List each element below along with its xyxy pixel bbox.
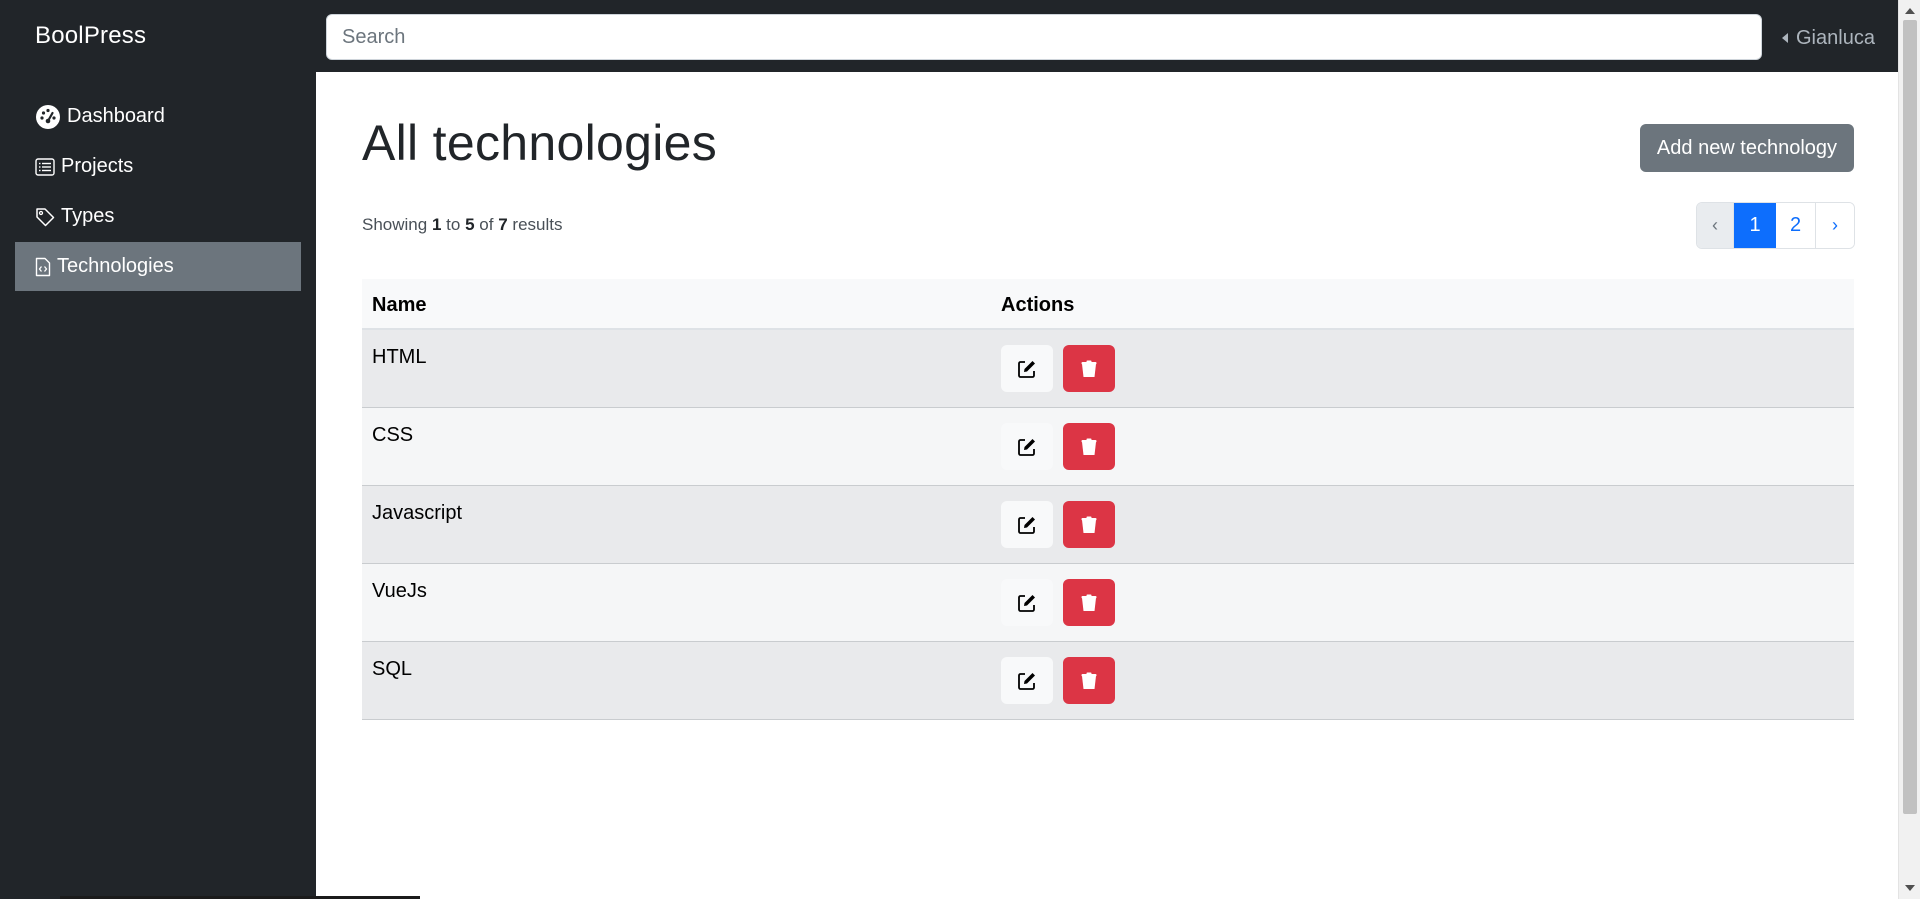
technology-name: SQL bbox=[372, 658, 413, 680]
table-row: SQL bbox=[362, 642, 1854, 720]
table-row: Javascript bbox=[362, 486, 1854, 564]
dashboard-gauge-icon bbox=[35, 104, 61, 130]
search-input[interactable] bbox=[326, 14, 1762, 60]
delete-button[interactable] bbox=[1063, 657, 1115, 704]
table-header: Name Actions bbox=[362, 279, 1854, 330]
code-file-icon bbox=[35, 257, 51, 277]
list-icon bbox=[35, 157, 55, 176]
user-name: Gianluca bbox=[1796, 26, 1875, 49]
trash-icon bbox=[1081, 672, 1097, 689]
sidebar-item-label: Dashboard bbox=[67, 105, 165, 127]
pagination-next-button[interactable]: › bbox=[1816, 203, 1854, 248]
sidebar-item-label: Types bbox=[61, 205, 115, 227]
delete-button[interactable] bbox=[1063, 423, 1115, 470]
trash-icon bbox=[1081, 516, 1097, 533]
pagination-page-2[interactable]: 2 bbox=[1776, 203, 1816, 248]
delete-button[interactable] bbox=[1063, 579, 1115, 626]
sidebar-item-label: Projects bbox=[61, 155, 134, 177]
scroll-down-arrow-icon[interactable] bbox=[1905, 885, 1915, 891]
technologies-table: Name Actions HTML CSS Javascript VueJs S… bbox=[362, 279, 1854, 720]
main-content: All technologies Add new technology Show… bbox=[316, 72, 1898, 899]
table-row: VueJs bbox=[362, 564, 1854, 642]
edit-icon bbox=[1018, 360, 1035, 378]
edit-icon bbox=[1018, 438, 1035, 456]
edit-button[interactable] bbox=[1001, 579, 1053, 626]
column-header-actions: Actions bbox=[1001, 294, 1075, 316]
pagination-prev-button[interactable]: ‹ bbox=[1697, 203, 1734, 248]
scroll-up-arrow-icon[interactable] bbox=[1905, 8, 1915, 14]
edit-button[interactable] bbox=[1001, 345, 1053, 392]
table-row: CSS bbox=[362, 408, 1854, 486]
trash-icon bbox=[1081, 360, 1097, 377]
vertical-scrollbar[interactable] bbox=[1898, 0, 1920, 899]
tag-icon bbox=[35, 207, 55, 227]
scrollbar-thumb[interactable] bbox=[1903, 20, 1917, 814]
table-row: HTML bbox=[362, 330, 1854, 408]
row-actions bbox=[991, 642, 1854, 719]
technology-name: Javascript bbox=[372, 502, 463, 524]
edit-button[interactable] bbox=[1001, 657, 1053, 704]
sidebar-item-projects[interactable]: Projects bbox=[15, 142, 301, 191]
caret-left-icon bbox=[1782, 33, 1788, 43]
sidebar-item-dashboard[interactable]: Dashboard bbox=[15, 92, 301, 141]
sidebar-item-technologies[interactable]: Technologies bbox=[15, 242, 301, 291]
user-dropdown[interactable]: Gianluca bbox=[1782, 24, 1875, 52]
trash-icon bbox=[1081, 594, 1097, 611]
edit-button[interactable] bbox=[1001, 423, 1053, 470]
column-header-name: Name bbox=[372, 294, 427, 316]
edit-icon bbox=[1018, 594, 1035, 612]
edit-icon bbox=[1018, 672, 1035, 690]
row-actions bbox=[991, 408, 1854, 485]
page-title: All technologies bbox=[362, 115, 718, 171]
row-actions bbox=[991, 486, 1854, 563]
trash-icon bbox=[1081, 438, 1097, 455]
technology-name: HTML bbox=[372, 346, 427, 368]
technology-name: CSS bbox=[372, 424, 414, 446]
delete-button[interactable] bbox=[1063, 501, 1115, 548]
sidebar-item-label: Technologies bbox=[57, 255, 174, 277]
edit-icon bbox=[1018, 516, 1035, 534]
pagination-page-1[interactable]: 1 bbox=[1734, 203, 1776, 248]
row-actions bbox=[991, 330, 1854, 407]
row-actions bbox=[991, 564, 1854, 641]
pagination: ‹ 1 2 › bbox=[1696, 202, 1855, 249]
edit-button[interactable] bbox=[1001, 501, 1053, 548]
add-technology-button[interactable]: Add new technology bbox=[1640, 124, 1854, 172]
sidebar: Dashboard Projects Types Technologies bbox=[0, 72, 316, 899]
results-summary: Showing 1 to 5 of 7 results bbox=[362, 215, 563, 234]
sidebar-item-types[interactable]: Types bbox=[15, 192, 301, 241]
technology-name: VueJs bbox=[372, 580, 427, 602]
top-navbar: BoolPress Gianluca bbox=[0, 0, 1898, 72]
delete-button[interactable] bbox=[1063, 345, 1115, 392]
brand-logo[interactable]: BoolPress bbox=[35, 22, 146, 50]
